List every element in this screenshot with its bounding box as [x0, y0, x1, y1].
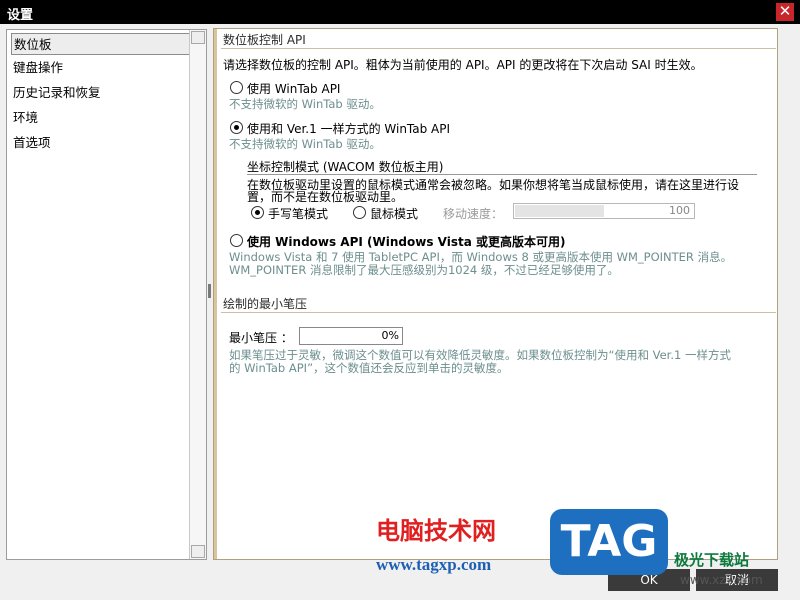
window-title: 设置	[7, 8, 34, 23]
coord-mode-group-title: 坐标控制模式 (WACOM 数位板主用)	[247, 160, 444, 174]
watermark-overlay: 电脑技术网 www.tagxp.com TAG 极光下载站 www.xz7.co…	[370, 505, 800, 600]
settings-nav-list: 数位板 键盘操作 历史记录和恢复 环境 首选项	[6, 29, 207, 560]
nav-item-tablet[interactable]: 数位板	[11, 33, 193, 55]
nav-item-keyboard[interactable]: 键盘操作	[13, 57, 63, 79]
settings-content-panel: 数位板控制 API 请选择数位板的控制 API。粗体为当前使用的 API。API…	[213, 28, 778, 560]
radio-mouse-mode-label[interactable]: 鼠标模式	[370, 205, 418, 222]
min-pressure-input[interactable]: 0%	[299, 327, 403, 345]
radio-windows-api[interactable]	[230, 234, 243, 247]
nav-item-history[interactable]: 历史记录和恢复	[13, 82, 101, 104]
watermark-cn-text: 电脑技术网	[376, 517, 496, 545]
move-speed-value: 100	[669, 204, 690, 217]
min-pressure-label: 最小笔压 ：	[229, 331, 293, 345]
watermark-site-name: 极光下载站	[674, 551, 750, 569]
settings-window: 设置 ✕ 数位板 键盘操作 历史记录和恢复 环境 首选项 数位板控制 API 请…	[0, 0, 800, 600]
pane-splitter-handle[interactable]	[208, 284, 211, 298]
coord-mode-desc-line2: 置，而不是在数位板驱动里。	[247, 190, 404, 204]
tablet-api-intro: 请选择数位板的控制 API。粗体为当前使用的 API。API 的更改将在下次启动…	[223, 58, 703, 72]
radio-wintab-ver1-label[interactable]: 使用和 Ver.1 一样方式的 WinTab API	[247, 120, 450, 137]
wintab-hint: 不支持微软的 WinTab 驱动。	[229, 97, 381, 111]
move-speed-slider-fill	[515, 205, 604, 217]
scroll-up-arrow-icon[interactable]	[191, 31, 205, 44]
move-speed-slider[interactable]: 100	[513, 203, 695, 219]
watermark-url: www.tagxp.com	[376, 555, 492, 574]
nav-scrollbar[interactable]	[189, 30, 206, 559]
coord-mode-group: 坐标控制模式 (WACOM 数位板主用)	[247, 158, 757, 175]
watermark-url2: www.xz7.com	[680, 573, 763, 587]
close-button[interactable]: ✕	[776, 3, 794, 21]
section-title-min-pressure: 绘制的最小笔压	[223, 297, 308, 311]
tag-logo-icon: TAG	[550, 509, 668, 575]
radio-windows-api-label[interactable]: 使用 Windows API (Windows Vista 或更高版本可用)	[247, 233, 565, 250]
section-header-min-pressure: 绘制的最小笔压	[221, 295, 776, 313]
radio-pen-mode-label[interactable]: 手写笔模式	[268, 205, 328, 222]
move-speed-label: 移动速度：	[443, 207, 504, 221]
nav-item-preferences[interactable]: 首选项	[13, 132, 51, 154]
radio-mouse-mode[interactable]	[353, 206, 366, 219]
radio-pen-mode[interactable]	[251, 206, 264, 219]
section-title-tablet-api: 数位板控制 API	[223, 33, 306, 47]
radio-wintab-label[interactable]: 使用 WinTab API	[247, 80, 340, 97]
title-bar[interactable]: 设置 ✕	[0, 0, 800, 24]
min-pressure-hint-line2: 的 WinTab API”，这个数值还会反应到单击的灵敏度。	[229, 361, 509, 375]
wintab-ver1-hint: 不支持微软的 WinTab 驱动。	[229, 137, 381, 151]
windows-api-hint-line2: WM_POINTER 消息限制了最大压感级别为1024 级，不过已经足够使用了。	[229, 263, 619, 277]
scroll-down-arrow-icon[interactable]	[191, 545, 205, 558]
section-header-tablet-api: 数位板控制 API	[221, 31, 776, 49]
nav-item-environment[interactable]: 环境	[13, 107, 38, 129]
content-inner: 数位板控制 API 请选择数位板的控制 API。粗体为当前使用的 API。API…	[214, 29, 777, 559]
radio-wintab[interactable]	[230, 81, 243, 94]
radio-wintab-ver1[interactable]	[230, 121, 243, 134]
